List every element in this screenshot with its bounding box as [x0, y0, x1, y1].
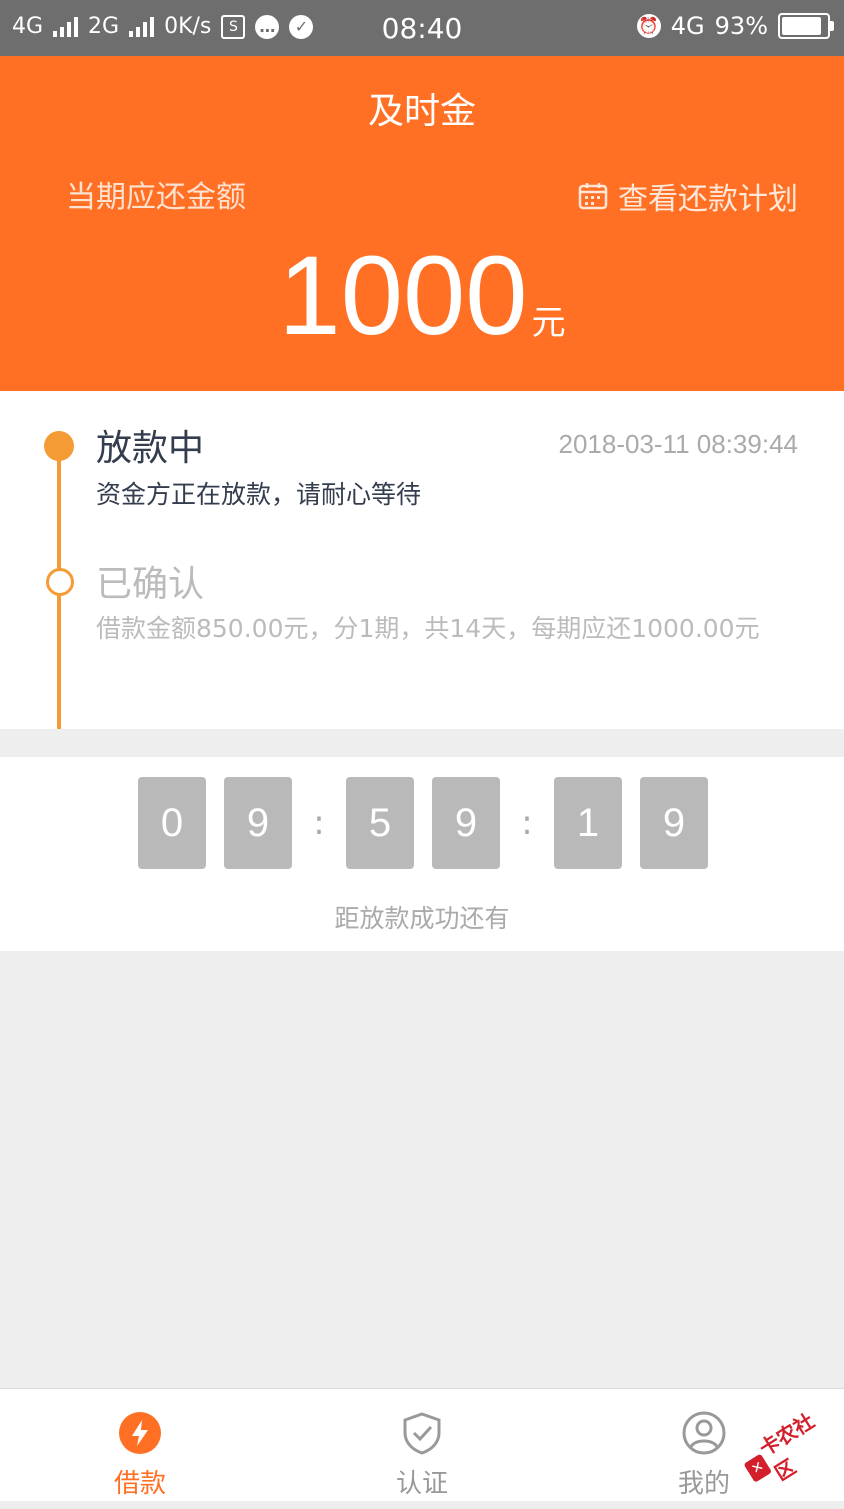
amount-value: 1000 [278, 233, 528, 358]
loan-status-timeline: 放款中 2018-03-11 08:39:44 资金方正在放款，请耐心等待 已确… [0, 391, 844, 729]
countdown-separator: : [521, 803, 533, 843]
step-desc-confirmed: 借款金额850.00元，分1期，共14天，每期应还1000.00元 [96, 614, 760, 643]
step-title-disbursing: 放款中 [96, 428, 205, 469]
view-plan-label: 查看还款计划 [618, 182, 798, 217]
countdown-digit: 5 [346, 777, 414, 869]
step-timestamp: 2018-03-11 08:39:44 [558, 429, 799, 459]
battery-icon [778, 13, 834, 39]
status-right: ⏰ 4G 93% [636, 12, 834, 40]
tab-borrow-label: 借款 [113, 1469, 166, 1499]
countdown-digit: 9 [224, 777, 292, 869]
shield-check-icon [403, 1412, 441, 1455]
amount-unit: 元 [531, 303, 566, 343]
timeline-dot-active [44, 431, 74, 461]
bottom-tab-bar: 借款 认证 我的 [0, 1388, 844, 1501]
period-amount-label: 当期应还金额 [66, 180, 246, 215]
status-bar: 4G 2G 0K/s S … ✓ 08:40 ⏰ 4G 93% [0, 0, 844, 56]
disbursement-countdown: 0 9 : 5 9 : 1 9 距放款成功还有 [0, 757, 844, 951]
tab-verify-label: 认证 [395, 1469, 448, 1499]
countdown-digit: 9 [640, 777, 708, 869]
countdown-digit: 0 [138, 777, 206, 869]
timeline-dot-done [46, 568, 74, 596]
repayment-header: 及时金 当期应还金额 查看还款计划 1000 元 [0, 56, 844, 391]
countdown-separator: : [313, 803, 325, 843]
countdown-caption: 距放款成功还有 [334, 904, 510, 933]
tab-borrow[interactable]: 借款 [40, 1389, 240, 1501]
countdown-digit: 1 [554, 777, 622, 869]
battery-fill [782, 17, 822, 35]
countdown-digits: 0 9 : 5 9 : 1 9 [138, 777, 708, 869]
step-title-confirmed: 已确认 [96, 564, 205, 605]
network-type-right: 4G [670, 12, 705, 40]
calendar-icon [578, 183, 608, 210]
view-plan-link[interactable]: 查看还款计划 [578, 174, 798, 218]
page-title: 及时金 [367, 91, 476, 132]
battery-percent: 93% [714, 12, 768, 40]
lightning-icon [119, 1412, 161, 1454]
user-icon [682, 1411, 726, 1455]
step-desc-disbursing: 资金方正在放款，请耐心等待 [96, 480, 422, 509]
alarm-icon: ⏰ [636, 14, 661, 38]
tab-verify[interactable]: 认证 [322, 1389, 522, 1501]
amount-display: 1000 元 [0, 236, 844, 356]
countdown-digit: 9 [432, 777, 500, 869]
